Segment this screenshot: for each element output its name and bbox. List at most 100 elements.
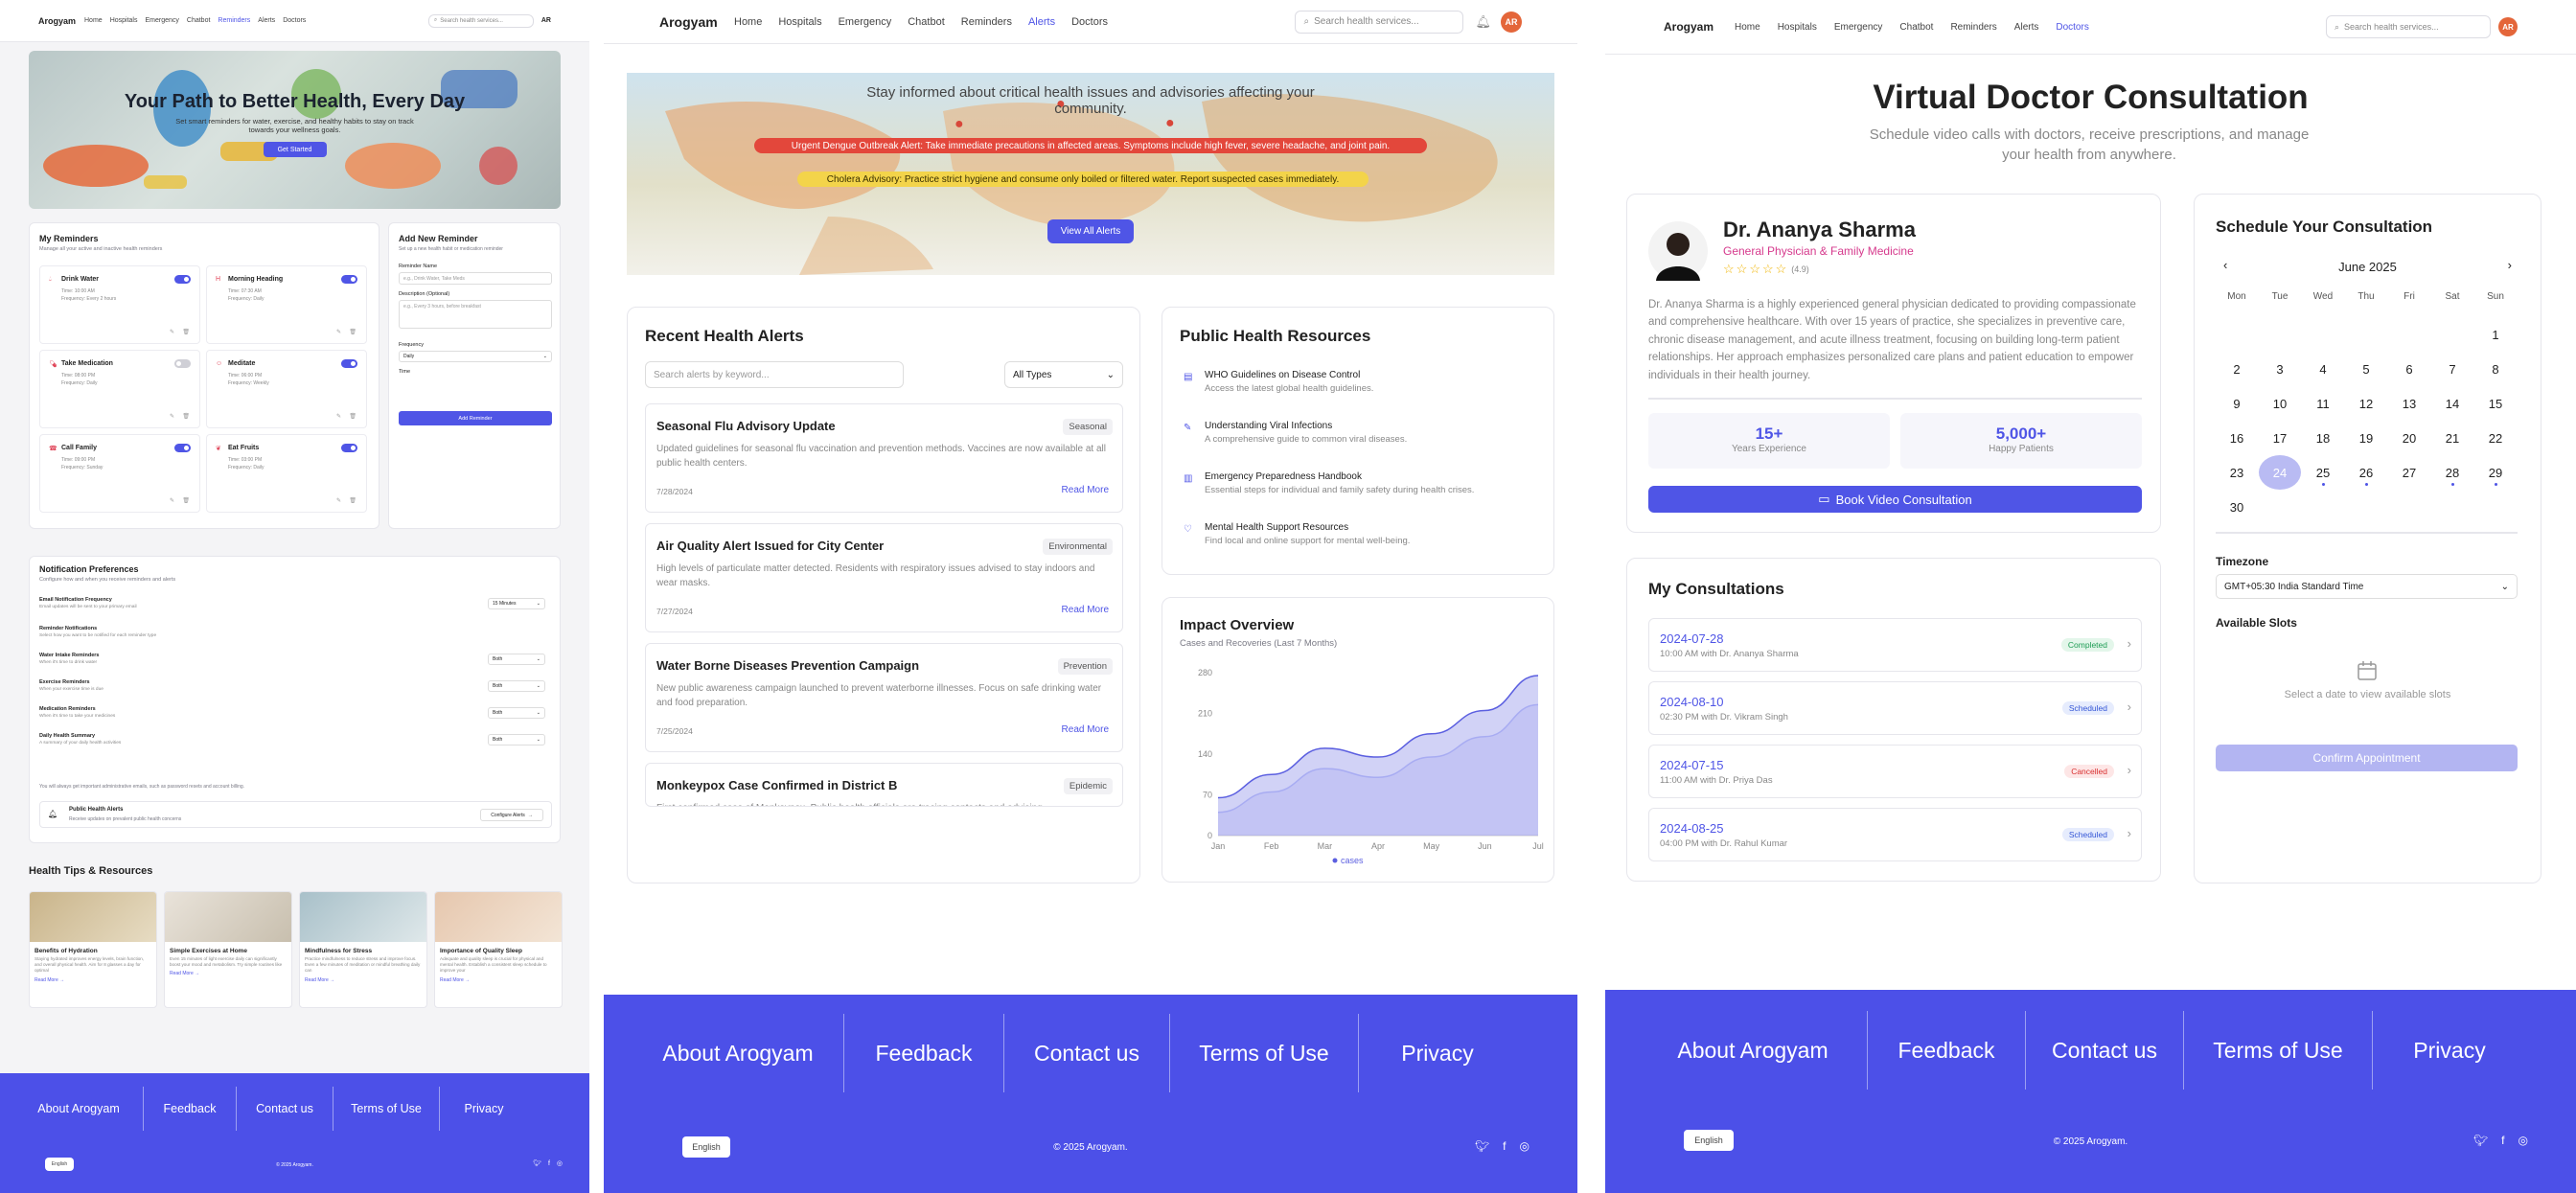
alert-type-filter[interactable]: All Types ⌄ <box>1004 361 1123 388</box>
alerts-search-input[interactable]: Search alerts by keyword... <box>645 361 904 388</box>
twitter-icon[interactable]: 🐦︎ <box>2473 1134 2488 1147</box>
twitter-icon[interactable]: 🐦︎ <box>533 1159 541 1167</box>
cholera-alert-badge[interactable]: Cholera Advisory: Practice strict hygien… <box>797 172 1368 187</box>
calendar-day[interactable]: 20 <box>2388 421 2430 455</box>
footer-terms[interactable]: Terms of Use <box>2184 1038 2372 1064</box>
read-more-link[interactable]: Read More → <box>165 968 291 979</box>
delete-icon[interactable]: 🗑︎ <box>182 413 190 420</box>
calendar-day[interactable]: 1 <box>2474 317 2517 352</box>
consultation-item[interactable]: 2024-07-28 10:00 AM with Dr. Ananya Sharm… <box>1648 618 2142 672</box>
edit-icon[interactable]: ✎ <box>170 329 174 335</box>
calendar-day[interactable]: 11 <box>2302 386 2344 421</box>
alert-item[interactable]: Monkeypox Case Confirmed in District B Ep… <box>645 763 1123 807</box>
calendar-day[interactable]: 4 <box>2302 352 2344 386</box>
instagram-icon[interactable]: ◎ <box>557 1159 563 1167</box>
reminder-toggle[interactable] <box>174 359 191 368</box>
calendar-day[interactable]: 7 <box>2431 352 2473 386</box>
avatar[interactable]: AR <box>541 17 551 24</box>
calendar-day[interactable]: 12 <box>2345 386 2387 421</box>
footer-contact[interactable]: Contact us <box>1004 1041 1169 1067</box>
edit-icon[interactable]: ✎ <box>336 497 341 504</box>
footer-about[interactable]: About Arogyam <box>632 1041 843 1067</box>
footer-privacy[interactable]: Privacy <box>1359 1041 1516 1067</box>
reminder-toggle[interactable] <box>341 359 357 368</box>
avatar[interactable]: AR <box>2498 17 2518 36</box>
consultation-item[interactable]: 2024-08-25 04:00 PM with Dr. Rahul Kumar S… <box>1648 808 2142 861</box>
footer-contact[interactable]: Contact us <box>237 1102 333 1115</box>
calendar-day[interactable]: 6 <box>2388 352 2430 386</box>
configure-alerts-button[interactable]: Configure Alerts → <box>480 809 543 821</box>
timezone-select[interactable]: GMT+05:30 India Standard Time ⌄ <box>2216 574 2518 599</box>
nav-chatbot[interactable]: Chatbot <box>1899 22 1933 33</box>
brand-logo[interactable]: Arogyam <box>38 16 82 26</box>
twitter-icon[interactable]: 🐦︎ <box>1475 1139 1489 1153</box>
resource-title[interactable]: Mental Health Support Resources <box>1205 522 1348 533</box>
alert-item[interactable]: Air Quality Alert Issued for City Center… <box>645 523 1123 632</box>
delete-icon[interactable]: 🗑︎ <box>182 497 190 504</box>
nav-alerts[interactable]: Alerts <box>1028 16 1055 28</box>
facebook-icon[interactable]: f <box>548 1160 550 1167</box>
calendar-day[interactable]: 2 <box>2216 352 2258 386</box>
consultation-item[interactable]: 2024-07-15 11:00 AM with Dr. Priya Das Can… <box>1648 745 2142 798</box>
brand-logo[interactable]: Arogyam <box>659 14 734 30</box>
nav-chatbot[interactable]: Chatbot <box>908 16 945 28</box>
delete-icon[interactable]: 🗑︎ <box>349 329 356 335</box>
delete-icon[interactable]: 🗑︎ <box>349 497 356 504</box>
notif-select[interactable]: Both ⌄ <box>488 707 545 719</box>
notif-select[interactable]: Both ⌄ <box>488 680 545 692</box>
read-more-link[interactable]: Read More <box>1062 485 1109 495</box>
reminder-name-input[interactable]: e.g., Drink Water, Take Meds <box>399 272 552 285</box>
calendar-day[interactable]: 27 <box>2388 455 2430 490</box>
footer-privacy[interactable]: Privacy <box>2373 1038 2526 1064</box>
footer-feedback[interactable]: Feedback <box>1868 1038 2025 1064</box>
description-input[interactable]: e.g., Every 3 hours, before breakfast <box>399 300 552 329</box>
calendar-day[interactable]: 24 <box>2259 455 2301 490</box>
footer-contact[interactable]: Contact us <box>2026 1038 2183 1064</box>
calendar-day[interactable]: 13 <box>2388 386 2430 421</box>
nav-reminders[interactable]: Reminders <box>218 17 250 24</box>
read-more-link[interactable]: Read More <box>1062 724 1109 735</box>
nav-hospitals[interactable]: Hospitals <box>778 16 821 28</box>
instagram-icon[interactable]: ◎ <box>2518 1134 2528 1147</box>
calendar-day[interactable]: 17 <box>2259 421 2301 455</box>
consultation-item[interactable]: 2024-08-10 02:30 PM with Dr. Vikram Singh… <box>1648 681 2142 735</box>
read-more-link[interactable]: Read More → <box>30 975 156 986</box>
edit-icon[interactable]: ✎ <box>170 497 174 504</box>
nav-doctors[interactable]: Doctors <box>283 17 306 24</box>
confirm-appointment-button[interactable]: Confirm Appointment <box>2216 745 2518 771</box>
frequency-select[interactable]: Daily ⌄ <box>399 351 552 362</box>
nav-home[interactable]: Home <box>84 17 103 24</box>
delete-icon[interactable]: 🗑︎ <box>349 413 356 420</box>
reminder-toggle[interactable] <box>174 444 191 452</box>
dengue-alert-badge[interactable]: Urgent Dengue Outbreak Alert: Take immed… <box>754 138 1427 153</box>
alert-item[interactable]: Seasonal Flu Advisory Update Seasonal Upda… <box>645 403 1123 513</box>
reminder-toggle[interactable] <box>174 275 191 284</box>
edit-icon[interactable]: ✎ <box>336 329 341 335</box>
delete-icon[interactable]: 🗑︎ <box>182 329 190 335</box>
reminder-toggle[interactable] <box>341 444 357 452</box>
calendar-day[interactable]: 18 <box>2302 421 2344 455</box>
calendar-day[interactable]: 3 <box>2259 352 2301 386</box>
calendar-day[interactable]: 15 <box>2474 386 2517 421</box>
notif-select[interactable]: 15 Minutes ⌄ <box>488 598 545 609</box>
nav-hospitals[interactable]: Hospitals <box>110 17 138 24</box>
search-input[interactable]: ⌕ Search health services... <box>1295 10 1464 34</box>
notification-bell-icon[interactable]: 🔔︎ <box>1475 14 1491 30</box>
facebook-icon[interactable]: f <box>2501 1134 2504 1147</box>
footer-terms[interactable]: Terms of Use <box>1170 1041 1358 1067</box>
brand-logo[interactable]: Arogyam <box>1664 20 1735 34</box>
resource-title[interactable]: Understanding Viral Infections <box>1205 421 1332 431</box>
alert-item[interactable]: Water Borne Diseases Prevention Campaign… <box>645 643 1123 752</box>
footer-about[interactable]: About Arogyam <box>1639 1038 1867 1064</box>
next-month-icon[interactable]: › <box>2508 258 2512 272</box>
calendar-day[interactable]: 21 <box>2431 421 2473 455</box>
avatar[interactable]: AR <box>1501 11 1522 33</box>
calendar-day[interactable]: 16 <box>2216 421 2258 455</box>
read-more-link[interactable]: Read More → <box>435 975 562 986</box>
nav-home[interactable]: Home <box>1735 22 1760 33</box>
read-more-link[interactable]: Read More → <box>300 975 426 986</box>
nav-alerts[interactable]: Alerts <box>2014 22 2039 33</box>
calendar-day[interactable]: 22 <box>2474 421 2517 455</box>
search-input[interactable]: ⌕ Search health services... <box>2326 15 2491 38</box>
footer-privacy[interactable]: Privacy <box>440 1102 528 1115</box>
